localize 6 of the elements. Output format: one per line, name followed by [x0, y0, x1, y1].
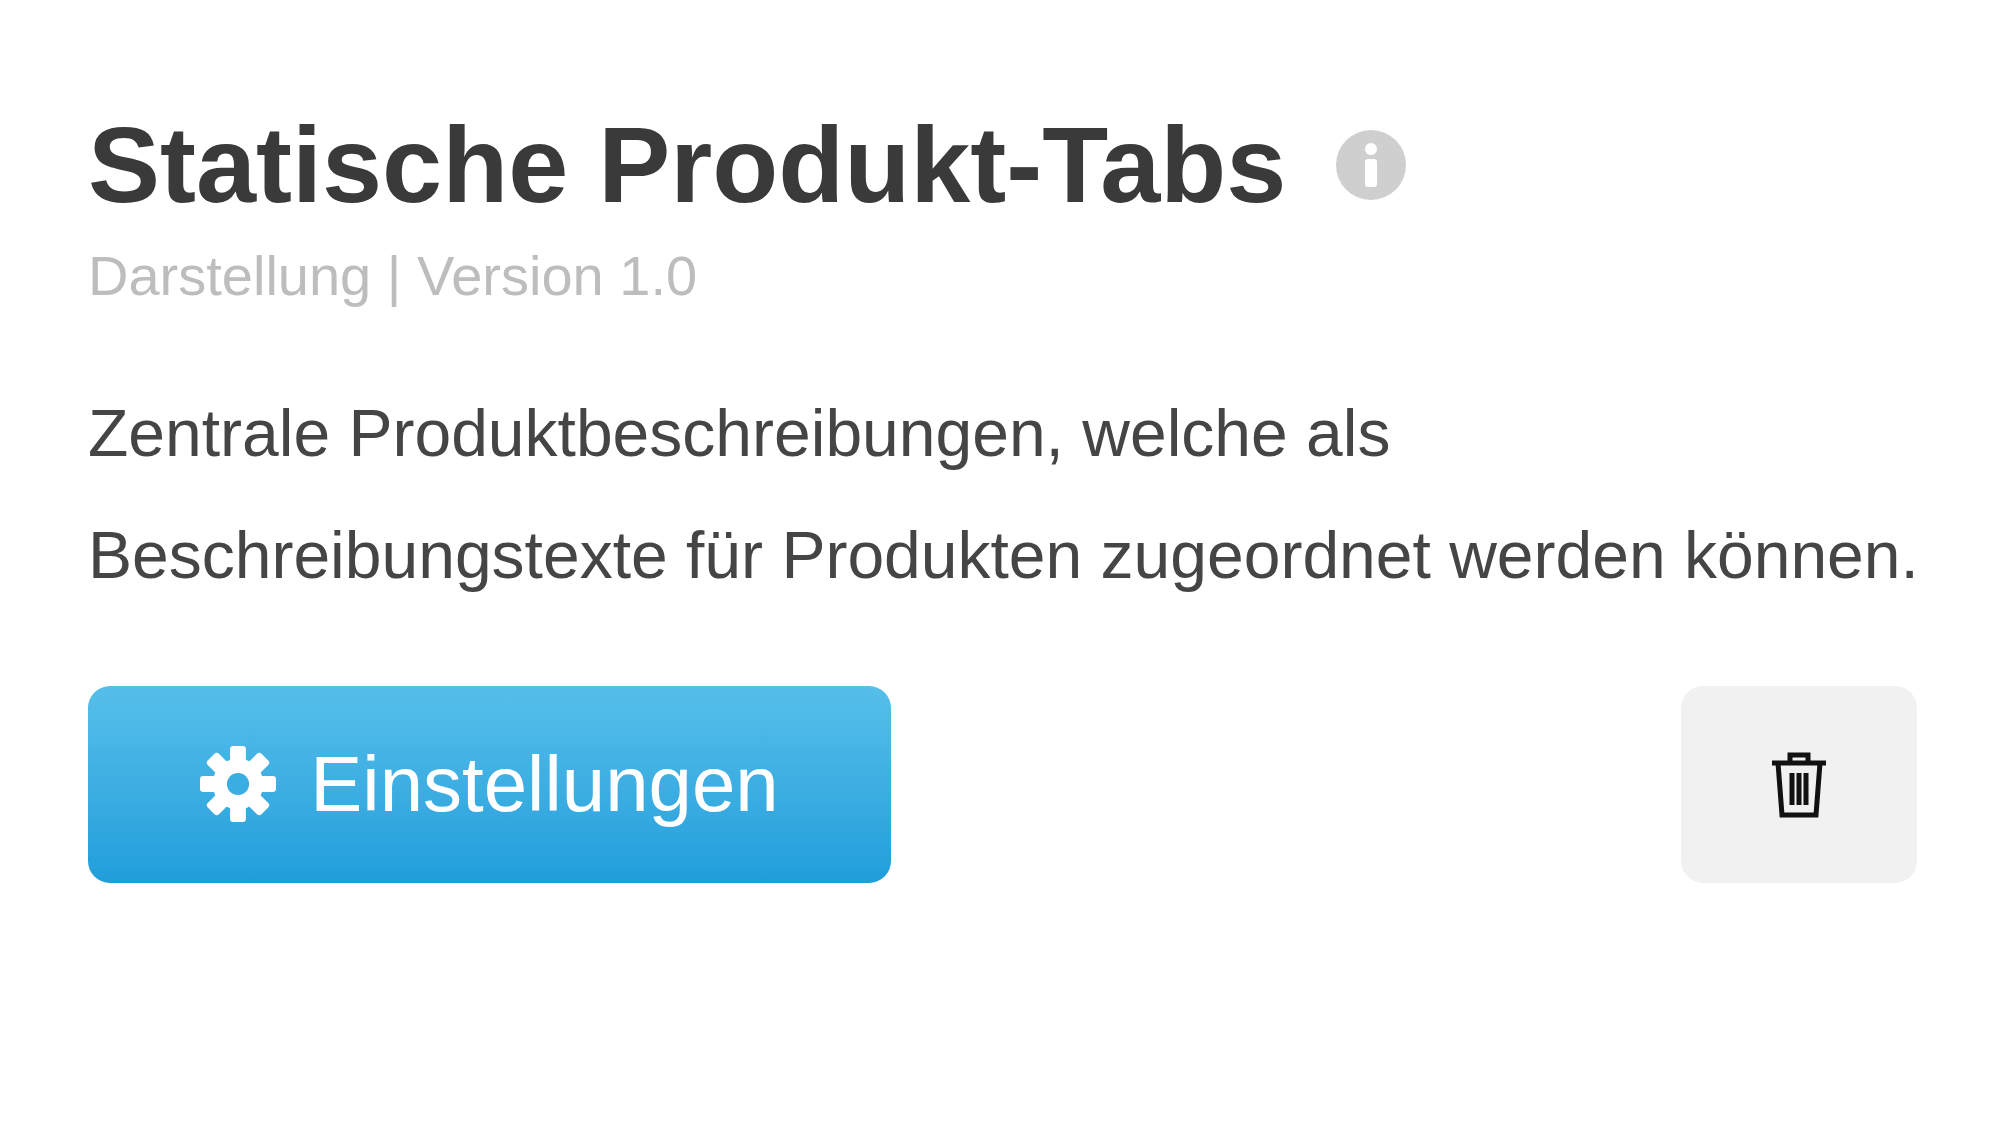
plugin-title: Statische Produkt-Tabs — [88, 103, 1287, 227]
settings-icon — [200, 746, 277, 823]
settings-button[interactable]: Einstellungen — [88, 685, 891, 883]
plugin-meta: Darstellung | Version 1.0 — [88, 242, 699, 309]
plugin-description: Zentrale Produktbeschreibungen, welche als Beschreibungstexte für Produkten zugeordnet werden können. — [88, 394, 1920, 594]
delete-button[interactable] — [1681, 685, 1917, 883]
